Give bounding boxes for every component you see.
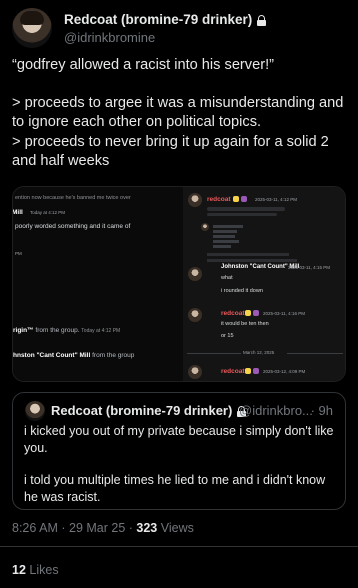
quote-author-name[interactable]: Redcoat (bromine-79 drinker) xyxy=(51,403,247,418)
tweet-paragraph: > proceeds to argee it was a misundersta… xyxy=(12,95,344,131)
tweet-meta: 8:26 AM · 29 Mar 25 · 323 Views xyxy=(12,521,194,535)
quote-paragraph: i kicked you out of my private because i… xyxy=(24,424,334,455)
system-message: rigin™ from the group. Today at 4:12 PM xyxy=(13,327,121,334)
quote-text: i kicked you out of my private because i… xyxy=(24,423,336,521)
chat-username: redcoat xyxy=(221,310,245,317)
avatar xyxy=(201,223,209,231)
chat-line: ention now because he's banned me twice … xyxy=(15,195,131,201)
tweet-time[interactable]: 8:26 AM xyxy=(12,521,58,535)
chat-line: poorly worded something and it came of xyxy=(15,223,131,230)
likes-count: 12 xyxy=(12,563,26,577)
views-count: 323 xyxy=(136,521,158,535)
chat-line: or 15 xyxy=(221,333,234,339)
quote-author-handle[interactable]: @idrinkbro... xyxy=(239,403,313,418)
views-label: Views xyxy=(160,521,194,535)
system-message: hnston "Cant Count" Mill from the group xyxy=(13,352,135,359)
chat-line: it would be ten then xyxy=(221,321,269,327)
chat-line: i rounded it down xyxy=(221,288,263,294)
divider xyxy=(0,546,358,547)
tweet-paragraph: > proceeds to never bring it up again fo… xyxy=(12,133,329,169)
author-display-name[interactable]: Redcoat (bromine-79 drinker) xyxy=(64,12,252,27)
avatar xyxy=(188,308,202,322)
chat-username: redcoat xyxy=(221,368,245,375)
author-name[interactable]: Redcoat (bromine-79 drinker) xyxy=(64,12,267,27)
role-badge-icon xyxy=(253,368,259,374)
chat-username: redcoat xyxy=(207,196,231,203)
chat-timestamp: 2025-03-11, 4:16 PM xyxy=(263,311,305,316)
chat-timestamp: 2025-03-11, 4:15 PM xyxy=(288,265,330,270)
quote-timestamp[interactable]: · 9h xyxy=(311,403,333,418)
lock-icon xyxy=(257,15,267,26)
likes-label: Likes xyxy=(29,563,59,577)
likes-link[interactable]: 12 Likes xyxy=(12,563,59,577)
avatar[interactable] xyxy=(25,401,45,421)
chat-timestamp: 2025-03-12, 4:09 PM xyxy=(263,369,306,374)
chat-line: what xyxy=(221,275,233,281)
role-badge-icon xyxy=(233,196,239,202)
role-badge-icon xyxy=(253,310,259,316)
quoted-tweet[interactable]: Redcoat (bromine-79 drinker) @idrinkbro.… xyxy=(12,392,346,510)
tweet-text: “godfrey allowed a racist into his serve… xyxy=(12,56,352,171)
avatar[interactable] xyxy=(12,8,52,48)
avatar xyxy=(188,365,202,379)
tweet-media[interactable]: ention now because he's banned me twice … xyxy=(12,186,346,382)
author-handle[interactable]: @idrinkbromine xyxy=(64,30,155,45)
tweet-date[interactable]: 29 Mar 25 xyxy=(69,521,125,535)
media-image-left[interactable]: ention now because he's banned me twice … xyxy=(12,187,181,381)
chat-timestamp: 2025-03-11, 4:12 PM xyxy=(255,197,297,202)
chat-line: PM xyxy=(15,251,22,256)
chat-username: Mill xyxy=(12,209,23,216)
date-separator: March 12, 2025 xyxy=(243,350,275,355)
role-badge-icon xyxy=(241,196,247,202)
role-badge-icon xyxy=(245,310,251,316)
media-image-right[interactable]: redcoat 2025-03-11, 4:12 PM Johnston "Ca… xyxy=(183,187,345,381)
role-badge-icon xyxy=(245,368,251,374)
chat-timestamp: Today at 4:12 PM xyxy=(30,210,66,215)
tweet-paragraph: “godfrey allowed a racist into his serve… xyxy=(12,57,274,73)
quote-paragraph: i told you multiple times he lied to me … xyxy=(24,473,326,504)
avatar xyxy=(188,193,202,207)
tweet-header: Redcoat (bromine-79 drinker) @idrinkbrom… xyxy=(12,8,346,48)
avatar xyxy=(188,267,202,281)
